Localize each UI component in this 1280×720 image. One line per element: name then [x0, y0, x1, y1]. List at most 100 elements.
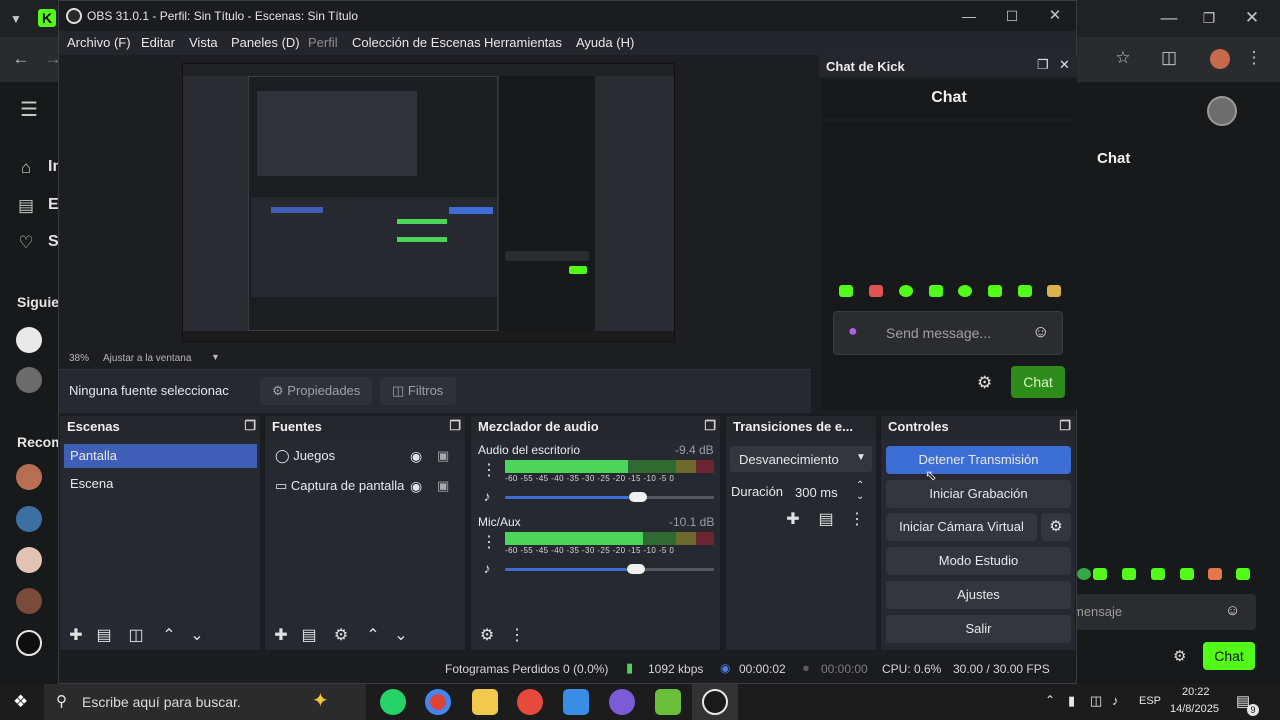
emoji-icon[interactable]: ☺ [1225, 602, 1240, 619]
back-icon[interactable]: ← [10, 49, 32, 69]
speaker-icon[interactable]: ♪ [476, 487, 498, 505]
browser-menu-icon[interactable]: ⋮ [1243, 48, 1265, 68]
obs-taskbar-active[interactable] [692, 684, 738, 720]
heart-icon[interactable]: ♡ [15, 233, 37, 253]
home-icon[interactable]: ⌂ [15, 158, 37, 178]
whatsapp-icon[interactable] [380, 689, 406, 715]
clock-date[interactable]: 14/8/2025 [1170, 703, 1219, 715]
virtual-camera-gear-icon[interactable]: ⚙ [1041, 513, 1071, 541]
menu-tools[interactable]: Herramientas [484, 35, 562, 50]
emote-icon[interactable] [1077, 568, 1091, 580]
close-icon[interactable]: ✕ [1241, 8, 1263, 28]
move-down-icon[interactable]: ⌄ [186, 627, 208, 645]
float-icon[interactable]: ❐ [1037, 57, 1049, 73]
emote-icon[interactable] [988, 285, 1002, 297]
volume-slider[interactable] [505, 496, 629, 499]
emoji-icon[interactable]: ☺ [1032, 322, 1049, 342]
emote-icon[interactable] [1093, 568, 1107, 580]
chat-message-input[interactable]: ● Send message... ☺ [833, 311, 1063, 355]
duration-spinbox[interactable]: 300 ms ⌃ ⌄ [789, 480, 872, 506]
minimize-icon[interactable]: — [1158, 8, 1180, 28]
scene-filter-icon[interactable]: ◫ [125, 627, 147, 645]
kick-tab-icon[interactable]: K [38, 9, 56, 27]
avatar[interactable] [16, 327, 42, 353]
gear-icon[interactable]: ⚙ [330, 627, 352, 645]
properties-button[interactable]: ⚙ Propiedades [260, 377, 372, 405]
avatar[interactable] [16, 588, 42, 614]
microphone-icon[interactable]: ▮ [1068, 693, 1075, 709]
emote-icon[interactable] [1236, 568, 1250, 580]
send-chat-button[interactable]: Chat [1011, 366, 1065, 398]
menu-docks[interactable]: Paneles (D) [231, 35, 300, 50]
float-icon[interactable]: ❐ [244, 418, 256, 434]
emote-icon[interactable] [958, 285, 972, 297]
volume-icon[interactable]: ♪ [1112, 693, 1119, 708]
advanced-audio-gear-icon[interactable]: ⚙ [476, 627, 498, 645]
avatar[interactable] [1207, 96, 1237, 126]
spin-up-icon[interactable]: ⌃ [856, 480, 864, 491]
tab-list-icon[interactable]: ▼ [5, 9, 27, 29]
float-icon[interactable]: ❐ [449, 418, 461, 434]
emote-icon[interactable] [869, 285, 883, 297]
network-icon[interactable]: ◫ [1090, 693, 1102, 709]
move-up-icon[interactable]: ⌃ [362, 627, 384, 645]
stream-preview[interactable] [182, 63, 675, 342]
transition-select[interactable]: Desvanecimiento ▼ [730, 446, 872, 472]
kebab-menu-icon[interactable]: ⋮ [846, 511, 868, 529]
volume-slider-handle[interactable] [627, 564, 645, 574]
eye-icon[interactable]: ◉ [410, 448, 422, 465]
fit-window-label[interactable]: Ajustar a la ventana [103, 353, 191, 364]
stop-streaming-button[interactable]: Detener Transmisión [886, 446, 1071, 474]
avatar[interactable] [16, 506, 42, 532]
file-explorer-icon[interactable] [472, 689, 498, 715]
language-indicator[interactable]: ESP [1139, 695, 1161, 707]
spin-down-icon[interactable]: ⌄ [856, 491, 864, 502]
gear-icon[interactable]: ⚙ [1173, 647, 1186, 665]
microphone-icon[interactable]: ● [848, 323, 858, 341]
emote-icon[interactable] [899, 285, 913, 297]
emote-icon[interactable] [839, 285, 853, 297]
start-recording-button[interactable]: Iniciar Grabación [886, 480, 1071, 508]
chevron-down-icon[interactable]: ▼ [211, 352, 220, 362]
restore-icon[interactable]: ❐ [1198, 8, 1220, 28]
source-item[interactable]: ▭ Captura de pantalla [269, 474, 462, 498]
menu-profile[interactable]: Perfil [308, 35, 338, 50]
trash-icon[interactable]: ▤ [815, 511, 837, 529]
menu-file[interactable]: Archivo (F) [67, 35, 131, 50]
maximize-icon[interactable]: ☐ [1001, 6, 1023, 26]
speaker-icon[interactable]: ♪ [476, 559, 498, 577]
avatar[interactable] [16, 464, 42, 490]
kebab-menu-icon[interactable]: ⋮ [478, 534, 500, 552]
kebab-menu-icon[interactable]: ⋮ [478, 462, 500, 480]
close-icon[interactable]: ✕ [1044, 6, 1066, 26]
trash-icon[interactable]: ▤ [298, 627, 320, 645]
lock-icon[interactable]: ▣ [437, 478, 449, 494]
move-up-icon[interactable]: ⌃ [158, 627, 180, 645]
extensions-icon[interactable]: ◫ [1158, 48, 1180, 68]
discord-icon[interactable] [609, 689, 635, 715]
send-chat-button[interactable]: Chat [1203, 642, 1255, 670]
avatar[interactable] [16, 367, 42, 393]
minecraft-icon[interactable] [655, 689, 681, 715]
trash-icon[interactable]: ▤ [93, 627, 115, 645]
eye-icon[interactable]: ◉ [410, 478, 422, 495]
float-icon[interactable]: ❐ [704, 418, 716, 434]
avatar[interactable] [16, 630, 42, 656]
scene-item[interactable]: Pantalla [64, 444, 257, 468]
add-icon[interactable]: ✚ [270, 627, 292, 645]
profile-avatar[interactable] [1210, 49, 1230, 69]
exit-button[interactable]: Salir [886, 615, 1071, 643]
store-icon[interactable] [563, 689, 589, 715]
clock-time[interactable]: 20:22 [1182, 686, 1210, 698]
emote-icon[interactable] [929, 285, 943, 297]
chrome-icon[interactable] [425, 689, 451, 715]
emote-icon[interactable] [1180, 568, 1194, 580]
menu-help[interactable]: Ayuda (H) [576, 35, 634, 50]
emote-icon[interactable] [1208, 568, 1222, 580]
hamburger-menu-icon[interactable]: ☰ [18, 100, 40, 120]
chat-input[interactable]: mensaje ☺ [1073, 594, 1256, 630]
source-item[interactable]: ◯ Juegos [269, 444, 462, 468]
volume-slider[interactable] [505, 568, 627, 571]
filters-button[interactable]: ◫ Filtros [380, 377, 456, 405]
browse-icon[interactable]: ▤ [15, 196, 37, 216]
